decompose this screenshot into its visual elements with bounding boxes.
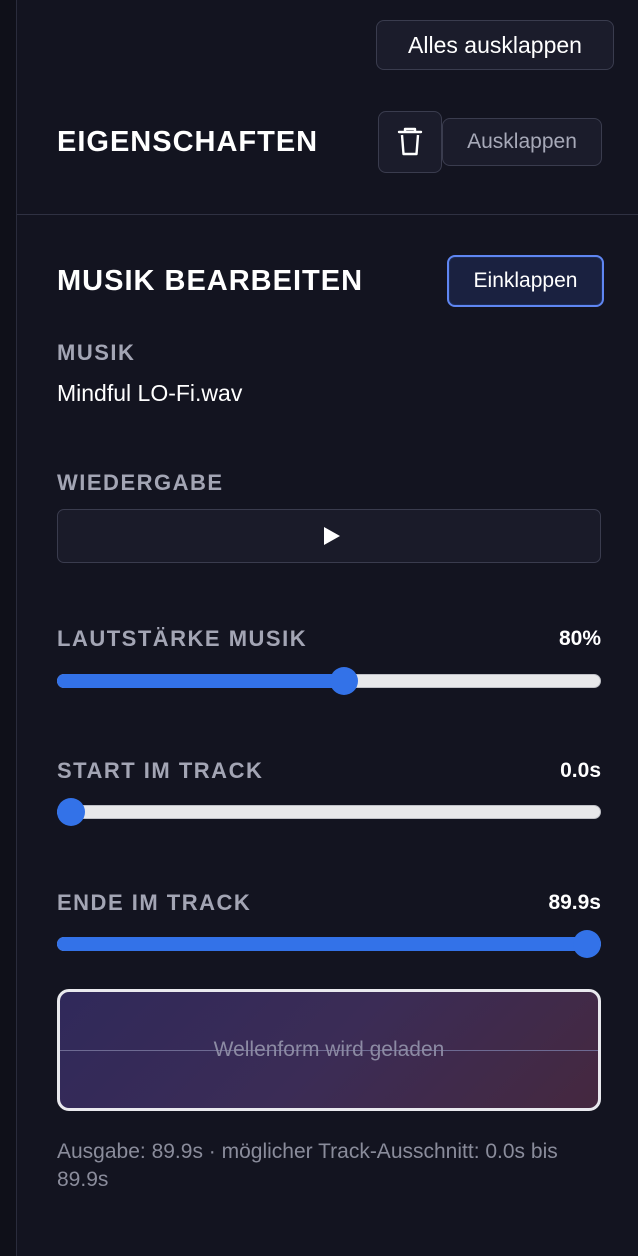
play-button[interactable]: [57, 509, 601, 563]
start-slider[interactable]: [57, 797, 601, 827]
properties-title: EIGENSCHAFTEN: [57, 126, 319, 158]
volume-slider[interactable]: [57, 666, 601, 696]
waveform-display[interactable]: Wellenform wird geladen: [57, 989, 601, 1111]
volume-label: LAUTSTÄRKE MUSIK: [57, 626, 308, 651]
trash-icon: [397, 127, 423, 156]
slider-thumb[interactable]: [57, 798, 85, 826]
end-value: 89.9s: [548, 891, 601, 914]
collapse-button[interactable]: Einklappen: [447, 255, 604, 307]
expand-button[interactable]: Ausklappen: [442, 118, 602, 166]
slider-thumb[interactable]: [330, 667, 359, 695]
music-file-label: MUSIK: [57, 340, 136, 365]
properties-panel: Alles ausklappen EIGENSCHAFTEN Ausklappe…: [17, 0, 638, 1256]
section-divider: [17, 214, 638, 215]
start-value: 0.0s: [560, 759, 601, 782]
slider-fill: [57, 674, 345, 688]
music-section-title: MUSIK BEARBEITEN: [57, 265, 364, 297]
playback-label: WIEDERGABE: [57, 470, 224, 495]
start-label: START IM TRACK: [57, 758, 264, 783]
delete-button[interactable]: [378, 111, 442, 173]
output-info-text: Ausgabe: 89.9s · möglicher Track-Ausschn…: [57, 1140, 558, 1191]
music-file-name: Mindful LO-Fi.wav: [57, 380, 243, 406]
slider-fill: [57, 937, 587, 951]
end-label: ENDE IM TRACK: [57, 890, 252, 915]
expand-all-button[interactable]: Alles ausklappen: [376, 20, 614, 70]
waveform-loading-text: Wellenform wird geladen: [213, 1038, 445, 1061]
slider-track: [57, 805, 601, 819]
slider-thumb[interactable]: [573, 930, 601, 958]
volume-value: 80%: [558, 627, 601, 650]
play-icon: [323, 527, 340, 545]
left-panel-edge: [0, 0, 17, 1256]
end-slider[interactable]: [57, 929, 601, 959]
